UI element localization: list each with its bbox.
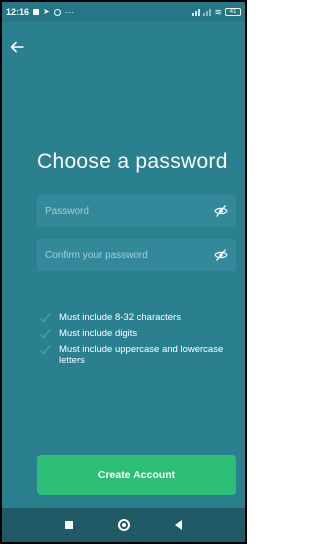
check-icon xyxy=(39,344,51,355)
more-notifications-indicator: ··· xyxy=(64,7,74,17)
create-account-button[interactable]: Create Account xyxy=(37,455,236,495)
password-requirements: Must include 8-32 characters Must includ… xyxy=(39,312,244,371)
phone-screen: 12:16 ➤ ··· ≋ 41 Choose a password Must … xyxy=(0,0,247,544)
back-triangle-icon[interactable] xyxy=(175,520,183,530)
status-notification-icons: ➤ ··· xyxy=(33,7,74,17)
recent-apps-icon[interactable] xyxy=(64,521,73,529)
requirement-item: Must include 8-32 characters xyxy=(39,312,244,323)
home-icon[interactable] xyxy=(117,519,130,531)
requirement-text: Must include digits xyxy=(59,328,138,339)
notification-square-icon xyxy=(33,9,40,15)
status-system-icons: ≋ 41 xyxy=(192,7,241,18)
check-icon xyxy=(39,312,51,323)
status-bar: 12:16 ➤ ··· ≋ 41 xyxy=(2,2,245,22)
system-navigation-bar xyxy=(2,508,245,542)
eye-off-icon[interactable] xyxy=(214,248,228,262)
requirement-text: Must include 8-32 characters xyxy=(59,312,181,323)
status-time: 12:16 xyxy=(6,7,30,17)
page-title: Choose a password xyxy=(37,150,228,173)
signal-strength-2-icon xyxy=(203,8,212,16)
requirement-item: Must include digits xyxy=(39,328,244,339)
back-arrow-icon[interactable] xyxy=(10,40,28,58)
navigation-arrow-icon: ➤ xyxy=(43,7,50,16)
wifi-icon: ≋ xyxy=(214,6,222,17)
password-input[interactable] xyxy=(37,195,236,227)
signal-strength-icon xyxy=(192,8,201,16)
app-notification-icon xyxy=(53,8,61,16)
eye-off-icon[interactable] xyxy=(214,204,228,218)
confirm-password-input[interactable] xyxy=(37,239,236,271)
battery-icon: 41 xyxy=(225,8,241,16)
requirement-item: Must include uppercase and lowercase let… xyxy=(39,344,244,366)
password-field xyxy=(37,195,236,227)
requirement-text: Must include uppercase and lowercase let… xyxy=(59,344,224,366)
confirm-password-field xyxy=(37,239,236,271)
check-icon xyxy=(39,328,51,339)
